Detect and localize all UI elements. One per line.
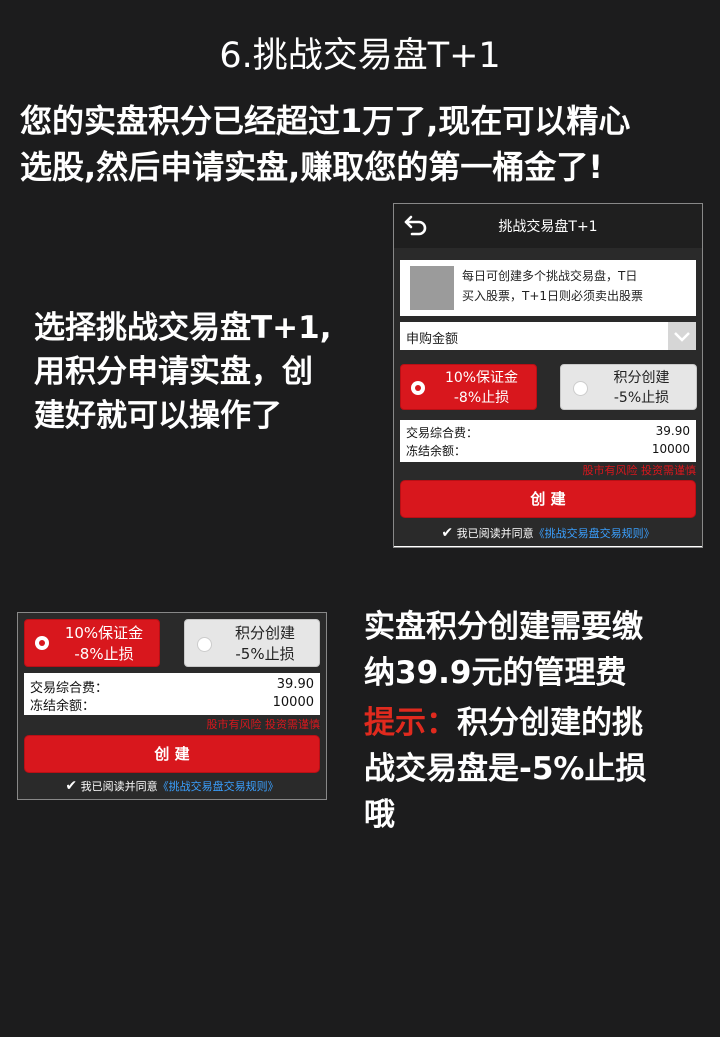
risk-warning: 股市有风险 投资需谨慎 xyxy=(582,464,697,477)
fee-info: 交易综合费： 39.90 冻结余额： 10000 xyxy=(24,673,320,715)
frozen-value: 10000 xyxy=(651,442,690,456)
option1-line-1: 10%保证金 xyxy=(444,370,519,386)
desc1-line-3: 建好就可以操作了 xyxy=(34,398,282,434)
option1-line-2: -8%止损 xyxy=(74,645,134,663)
rules-link[interactable]: 《挑战交易盘交易规则》 xyxy=(534,527,655,540)
option-margin-button[interactable]: 10%保证金 -8%止损 xyxy=(400,364,537,410)
frozen-row: 冻结余额： 10000 xyxy=(30,695,314,714)
option-margin-button[interactable]: 10%保证金 -8%止损 xyxy=(24,619,160,667)
intro-line-1: 您的实盘积分已经超过1万了,现在可以精心 xyxy=(20,102,631,140)
tip-label: 提示： xyxy=(364,705,457,741)
app-title: 挑战交易盘T+1 xyxy=(498,219,598,235)
tip-line-1: 提示：积分创建的挑 xyxy=(364,700,704,746)
fee-description: 实盘积分创建需要缴 纳39.9元的管理费 提示：积分创建的挑 战交易盘是-5%止… xyxy=(364,604,704,838)
notice-line-1: 每日可创建多个挑战交易盘，T日 xyxy=(462,269,638,283)
option1-line-2: -8%止损 xyxy=(453,390,510,406)
option2-line-1: 积分创建 xyxy=(613,370,670,386)
fee-info: 交易综合费： 39.90 冻结余额： 10000 xyxy=(400,420,696,462)
option2-line-2: -5%止损 xyxy=(613,390,670,406)
option-points-button[interactable]: 积分创建 -5%止损 xyxy=(560,364,697,410)
checkmark-icon[interactable]: ✔ xyxy=(65,777,77,795)
radio-unselected-icon xyxy=(197,637,212,652)
intro-line-2: 选股,然后申请实盘,赚取您的第一桶金了! xyxy=(20,148,603,186)
radio-unselected-icon xyxy=(573,381,588,396)
amount-select[interactable]: 申购金额 xyxy=(400,322,696,350)
desc1-line-1: 选择挑战交易盘T+1, xyxy=(34,310,332,346)
app-header: 挑战交易盘T+1 xyxy=(394,204,702,248)
tip-line-3: 哦 xyxy=(364,797,395,833)
desc2-line-2: 纳39.9元的管理费 xyxy=(364,655,627,691)
notice-image xyxy=(410,266,454,310)
fee-value: 39.90 xyxy=(276,677,314,692)
option2-line-1: 积分创建 xyxy=(234,624,295,642)
step-description: 选择挑战交易盘T+1, 用积分申请实盘，创 建好就可以操作了 xyxy=(34,306,379,438)
notice-line-2: 买入股票，T+1日则必须卖出股票 xyxy=(462,289,644,303)
desc2-line-1: 实盘积分创建需要缴 xyxy=(364,609,643,645)
fee-row: 交易综合费： 39.90 xyxy=(406,424,690,441)
intro-text: 您的实盘积分已经超过1万了,现在可以精心 选股,然后申请实盘,赚取您的第一桶金了… xyxy=(20,98,710,190)
fee-label: 交易综合费： xyxy=(406,426,479,440)
app-screenshot-full: 挑战交易盘T+1 每日可创建多个挑战交易盘，T日 买入股票，T+1日则必须卖出股… xyxy=(393,203,703,548)
option1-line-1: 10%保证金 xyxy=(64,624,144,642)
fee-value: 39.90 xyxy=(655,424,690,438)
fee-label: 交易综合费： xyxy=(30,681,109,696)
frozen-value: 10000 xyxy=(272,695,314,710)
agreement-row: ✔ 我已阅读并同意《挑战交易盘交易规则》 xyxy=(18,777,326,795)
checkmark-icon[interactable]: ✔ xyxy=(441,524,453,542)
agreement-text: 我已阅读并同意 xyxy=(80,780,158,793)
frozen-label: 冻结余额： xyxy=(30,699,96,714)
desc1-line-2: 用积分申请实盘，创 xyxy=(34,354,313,390)
option2-line-2: -5%止损 xyxy=(235,645,295,663)
create-button[interactable]: 创 建 xyxy=(24,735,320,773)
app-screenshot-cropped: 10%保证金 -8%止损 积分创建 -5%止损 交易综合费： 39.90 冻结余… xyxy=(17,612,327,800)
create-button[interactable]: 创 建 xyxy=(400,480,696,518)
tip-line-2: 战交易盘是-5%止损 xyxy=(364,751,647,787)
agreement-row: ✔ 我已阅读并同意《挑战交易盘交易规则》 xyxy=(400,524,696,542)
agreement-text: 我已阅读并同意 xyxy=(456,527,534,540)
page-title: 6.挑战交易盘T+1 xyxy=(219,36,501,76)
fee-row: 交易综合费： 39.90 xyxy=(30,677,314,696)
frozen-row: 冻结余额： 10000 xyxy=(406,442,690,459)
option-points-button[interactable]: 积分创建 -5%止损 xyxy=(184,619,320,667)
radio-selected-icon xyxy=(411,381,425,395)
mode-options: 10%保证金 -8%止损 积分创建 -5%止损 xyxy=(400,364,697,412)
app-body: 每日可创建多个挑战交易盘，T日 买入股票，T+1日则必须卖出股票 申购金额 10… xyxy=(394,248,702,546)
risk-warning: 股市有风险 投资需谨慎 xyxy=(206,718,321,731)
tip-text-1: 积分创建的挑 xyxy=(457,705,643,741)
mode-options: 10%保证金 -8%止损 积分创建 -5%止损 xyxy=(24,619,320,671)
notice-text: 每日可创建多个挑战交易盘，T日 买入股票，T+1日则必须卖出股票 xyxy=(462,266,692,306)
amount-select-label: 申购金额 xyxy=(406,332,459,347)
radio-selected-icon xyxy=(35,636,49,650)
rules-link[interactable]: 《挑战交易盘交易规则》 xyxy=(158,780,279,793)
notice-card: 每日可创建多个挑战交易盘，T日 买入股票，T+1日则必须卖出股票 xyxy=(400,260,696,316)
frozen-label: 冻结余额： xyxy=(406,444,467,458)
chevron-down-icon[interactable] xyxy=(668,322,696,350)
